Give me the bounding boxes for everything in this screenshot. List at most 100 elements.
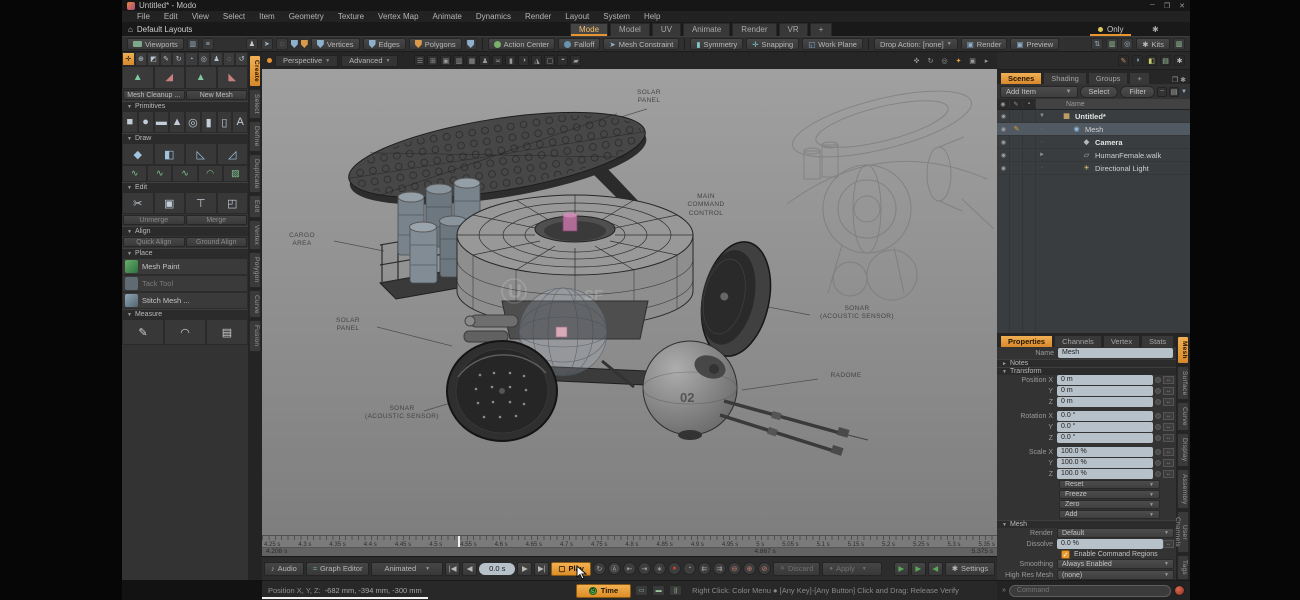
- properties-vertical-tab[interactable]: Assembly: [1177, 469, 1189, 510]
- toolbox-vertical-tab[interactable]: Define: [249, 121, 261, 152]
- envelope-icon[interactable]: ↔: [1163, 459, 1174, 467]
- transform-action-button[interactable]: Add▼: [1059, 510, 1160, 519]
- envelope-icon[interactable]: ↔: [1163, 434, 1174, 442]
- menu-item[interactable]: Help: [637, 12, 667, 21]
- edges-mode-button[interactable]: Edges: [363, 38, 406, 50]
- layers-icon[interactable]: ▤: [1160, 55, 1171, 66]
- toolbox-vertical-tab[interactable]: Create: [249, 55, 261, 87]
- bucket-icon[interactable]: ◧: [1146, 55, 1157, 66]
- edit-tool[interactable]: ⊤: [185, 192, 217, 214]
- graph-editor-button[interactable]: ≈Graph Editor: [306, 562, 370, 576]
- kits-button[interactable]: ✱Kits: [1136, 38, 1170, 50]
- new-mesh-button[interactable]: New Mesh: [186, 90, 248, 100]
- layout-stack-icon[interactable]: ≡: [202, 38, 214, 50]
- toolbox-strip-icon[interactable]: ◔: [185, 52, 198, 66]
- toolbox-strip-icon[interactable]: ♟: [210, 52, 223, 66]
- draw-tool[interactable]: ◧: [154, 143, 186, 165]
- prev-frame-button[interactable]: ◀: [462, 562, 477, 576]
- menu-item[interactable]: System: [596, 12, 637, 21]
- filter-funnel-icon[interactable]: ▼: [1181, 89, 1187, 95]
- render-button[interactable]: ▣Render: [961, 38, 1008, 50]
- filter-button[interactable]: Filter: [1120, 86, 1155, 98]
- unmerge-button[interactable]: Unmerge: [123, 215, 185, 225]
- toolbox-vertical-tab[interactable]: Edit: [249, 195, 261, 217]
- viewport-option-icon[interactable]: ▮: [505, 55, 516, 66]
- transform-value-field[interactable]: 100.0 %: [1057, 458, 1153, 468]
- transport-icon-button[interactable]: ⇤: [623, 562, 636, 575]
- transform-value-field[interactable]: 0 m: [1057, 375, 1153, 385]
- menu-item[interactable]: View: [185, 12, 216, 21]
- measure-tool[interactable]: ✎: [122, 319, 164, 345]
- edit-tool[interactable]: ▣: [154, 192, 186, 214]
- toolbox-vertical-tab[interactable]: Polygon: [249, 252, 261, 288]
- layout-tab[interactable]: Animate: [683, 23, 730, 36]
- expand-icon[interactable]: ▸: [981, 55, 992, 66]
- viewport-option-icon[interactable]: ◮: [531, 55, 542, 66]
- viewports-button[interactable]: Viewports: [127, 38, 184, 50]
- menu-item[interactable]: Item: [252, 12, 282, 21]
- panel-popout-icon[interactable]: ❐ ✱: [1172, 76, 1190, 84]
- mesh-constraint-button[interactable]: ➤Mesh Constraint: [603, 38, 679, 50]
- draw-section-header[interactable]: ▼Draw: [122, 133, 248, 143]
- envelope-icon[interactable]: ↔: [1163, 387, 1174, 395]
- prev-keyframe-button[interactable]: |◀: [445, 562, 460, 576]
- transport-icon-button[interactable]: ⊘: [758, 562, 771, 575]
- channel-dot-icon[interactable]: [1155, 377, 1161, 383]
- item-edit-pen-icon[interactable]: ✎: [1010, 112, 1023, 120]
- primitive-tool[interactable]: ▬: [154, 111, 170, 133]
- visibility-eye-icon[interactable]: ◉: [997, 165, 1010, 172]
- primitive-tool[interactable]: ■: [122, 111, 138, 133]
- curve-tool[interactable]: ▨: [223, 165, 248, 182]
- item-edit-pen-icon[interactable]: ✎: [1010, 151, 1023, 159]
- smoothing-dropdown[interactable]: Always Enabled▼: [1057, 559, 1174, 569]
- place-tool-row[interactable]: Tack Tool: [122, 275, 248, 292]
- item-row[interactable]: ◉ ✎ ▼ ▦ Untitled*: [997, 110, 1190, 123]
- action-center-button[interactable]: Action Center: [488, 38, 555, 50]
- panel-gear-icon[interactable]: ✱: [1174, 55, 1185, 66]
- drop-action-dropdown[interactable]: Drop Action: [none]▼: [874, 38, 958, 50]
- camera-view-dropdown[interactable]: Perspective▼: [275, 55, 338, 67]
- envelope-icon[interactable]: ↔: [1163, 398, 1174, 406]
- transport-icon-button[interactable]: ↻: [593, 562, 606, 575]
- edit-section-header[interactable]: ▼Edit: [122, 182, 248, 192]
- place-tool-row[interactable]: Stitch Mesh ...: [122, 292, 248, 309]
- primitive-tool[interactable]: ◎: [185, 111, 201, 133]
- playback-green-button[interactable]: ▶: [911, 562, 926, 576]
- properties-tab[interactable]: Properties: [1000, 335, 1053, 347]
- palette-icon[interactable]: ◑: [1132, 55, 1143, 66]
- toolbox-strip-icon[interactable]: ◩: [147, 52, 160, 66]
- transform-action-button[interactable]: Reset▼: [1059, 480, 1160, 489]
- primitive-tool[interactable]: ●: [138, 111, 154, 133]
- quick-tool-icon[interactable]: ▲: [185, 66, 217, 89]
- quick-tool-icon[interactable]: ▲: [122, 66, 154, 89]
- transform-value-field[interactable]: 0.0 °: [1057, 411, 1153, 421]
- command-input[interactable]: [1009, 585, 1171, 597]
- toolbox-vertical-tab[interactable]: Vertex: [249, 220, 261, 250]
- visibility-eye-icon[interactable]: ◉: [997, 113, 1010, 120]
- audio-button[interactable]: ♪Audio: [264, 562, 304, 576]
- key-icon[interactable]: ✦: [953, 55, 964, 66]
- viewport-option-icon[interactable]: ▰: [570, 55, 581, 66]
- next-frame-button[interactable]: ▶: [517, 562, 532, 576]
- edit-tool[interactable]: ✂: [122, 192, 154, 214]
- layout-gear-icon[interactable]: ✱: [1152, 25, 1159, 34]
- item-row[interactable]: ◉ ✎ · ◆ Camera: [997, 136, 1190, 149]
- menu-item[interactable]: Select: [216, 12, 252, 21]
- properties-vertical-tab[interactable]: User Channels: [1177, 511, 1189, 553]
- transform-value-field[interactable]: 0.0 °: [1057, 422, 1153, 432]
- curve-tool[interactable]: ∿: [147, 165, 172, 182]
- snapping-button[interactable]: ✛Snapping: [746, 38, 799, 50]
- wrench-icon[interactable]: ◎: [1121, 38, 1133, 50]
- transport-icon-button[interactable]: ⇉: [713, 562, 726, 575]
- select-arrow-icon[interactable]: ➤: [261, 38, 273, 50]
- viewport-option-icon[interactable]: ▦: [466, 55, 477, 66]
- curve-tool[interactable]: ◠: [198, 165, 223, 182]
- quick-align-button[interactable]: Quick Align: [123, 237, 185, 247]
- toolbox-strip-icon[interactable]: ↺: [235, 52, 248, 66]
- transport-icon-button[interactable]: ◔: [683, 562, 696, 575]
- command-record-icon[interactable]: [1174, 585, 1185, 596]
- layout-tab[interactable]: Model: [610, 23, 650, 36]
- primitives-section-header[interactable]: ▼Primitives: [122, 101, 248, 111]
- preview-button[interactable]: ▣Preview: [1010, 38, 1059, 50]
- menu-item[interactable]: Edit: [157, 12, 185, 21]
